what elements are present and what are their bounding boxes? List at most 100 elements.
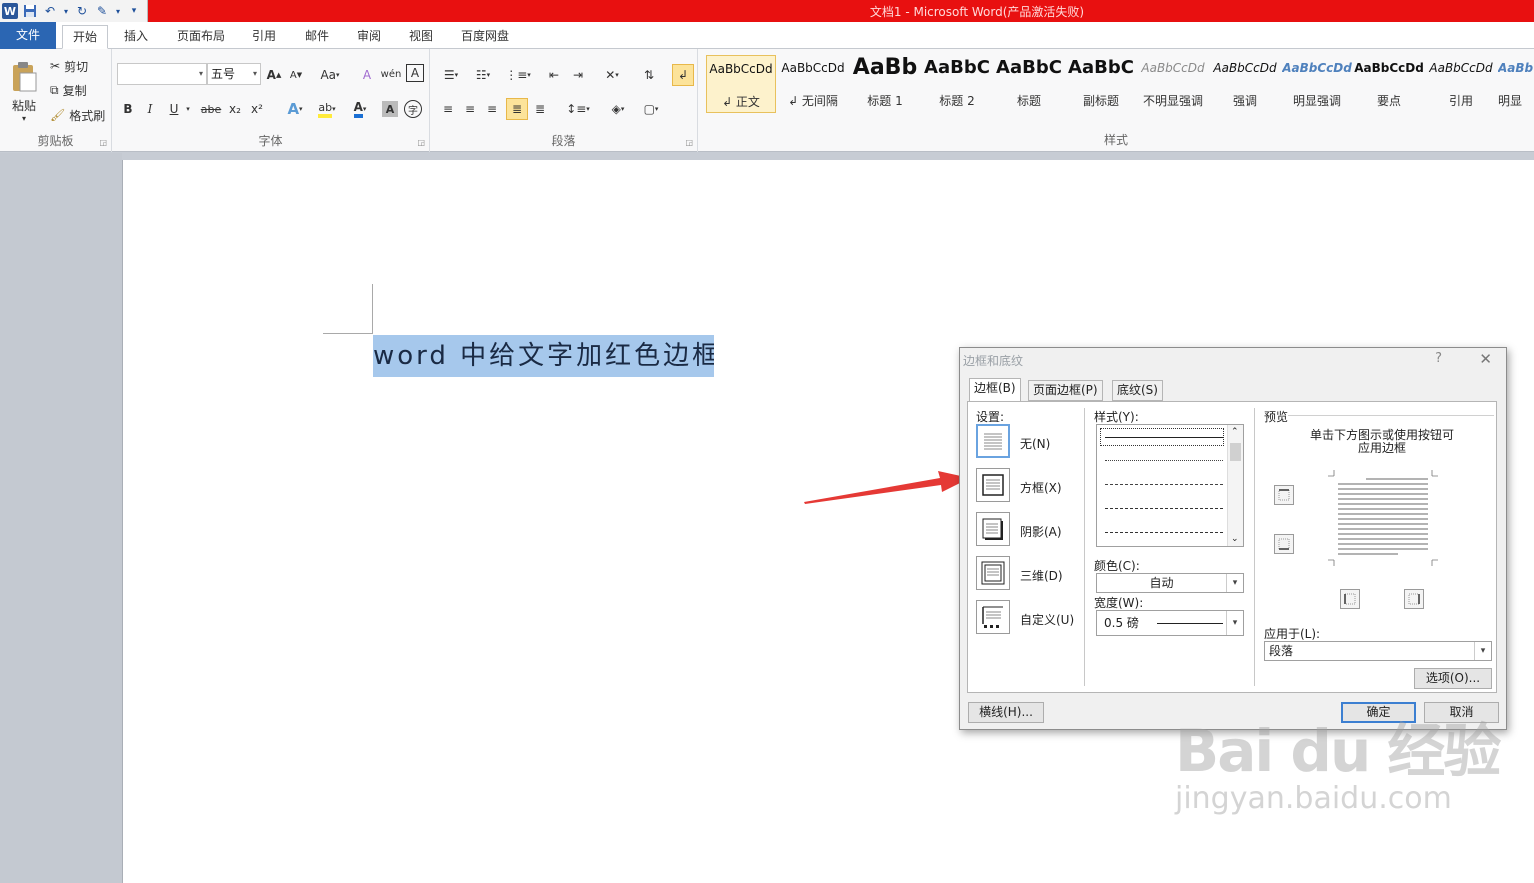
style-emphasis[interactable]: AaBbCcDd 强调: [1210, 55, 1280, 113]
align-center-button[interactable]: ≡: [460, 99, 480, 119]
underline-button[interactable]: U: [166, 99, 182, 119]
decrease-indent-button[interactable]: ⇤: [544, 65, 564, 85]
increase-indent-button[interactable]: ⇥: [568, 65, 588, 85]
apply-to-combo[interactable]: 段落 ▾: [1264, 641, 1492, 661]
italic-button[interactable]: I: [142, 99, 158, 119]
setting-shadow-label[interactable]: 阴影(A): [1020, 523, 1062, 540]
close-icon[interactable]: ✕: [1479, 350, 1492, 368]
style-list-scrollbar[interactable]: ⌃ ⌄: [1227, 425, 1243, 546]
tab-review[interactable]: 审阅: [348, 25, 390, 49]
copy-button[interactable]: ⧉ 复制: [50, 81, 87, 99]
clear-format-button[interactable]: A: [358, 66, 376, 84]
options-button[interactable]: 选项(O)...: [1414, 668, 1492, 689]
undo-dropdown-icon[interactable]: ▾: [62, 3, 70, 19]
paste-button[interactable]: 粘贴 ▾: [6, 55, 42, 129]
line-style-dash[interactable]: [1105, 508, 1223, 509]
style-subtitle[interactable]: AaBbC 副标题: [1066, 55, 1136, 113]
tab-view[interactable]: 视图: [400, 25, 442, 49]
setting-3d-icon[interactable]: [976, 556, 1010, 590]
highlight-button[interactable]: ab ▾: [312, 99, 342, 119]
tab-page-layout[interactable]: 页面布局: [168, 25, 234, 49]
undo-icon[interactable]: ↶: [42, 3, 58, 19]
line-style-list[interactable]: ⌃ ⌄: [1096, 424, 1244, 547]
format-painter-button[interactable]: 🖌 格式刷: [50, 106, 105, 124]
style-heading-2[interactable]: AaBbC 标题 2: [922, 55, 992, 113]
chevron-down-icon[interactable]: ⌄: [1231, 534, 1239, 544]
save-icon[interactable]: [22, 3, 38, 19]
style-heading-1[interactable]: AaBb 标题 1: [850, 55, 920, 113]
setting-shadow-icon[interactable]: [976, 512, 1010, 546]
right-border-button[interactable]: [1404, 589, 1424, 609]
style-title[interactable]: AaBbC 标题: [994, 55, 1064, 113]
show-marks-button[interactable]: ↲: [672, 64, 694, 86]
selected-text[interactable]: word 中给文字加红色边框↵: [373, 335, 714, 377]
distribute-button[interactable]: ≣: [530, 99, 550, 119]
tab-baidu-netdisk[interactable]: 百度网盘: [452, 25, 518, 49]
tab-file[interactable]: 文件: [0, 22, 56, 49]
sort-button[interactable]: ⇅: [638, 65, 660, 85]
change-case-button[interactable]: Aa ▾: [317, 66, 343, 84]
bottom-border-button[interactable]: [1274, 534, 1294, 554]
width-combo[interactable]: 0.5 磅 ▾: [1096, 610, 1244, 636]
style-intense-quote[interactable]: AaBb 明显: [1498, 55, 1534, 113]
line-style-dash-dot[interactable]: [1105, 532, 1223, 533]
bold-button[interactable]: B: [120, 99, 136, 119]
font-launcher-icon[interactable]: ◲: [417, 138, 425, 147]
bullets-button[interactable]: ☰ ▾: [438, 65, 464, 85]
tab-insert[interactable]: 插入: [116, 25, 156, 49]
justify-button[interactable]: ≣: [506, 98, 528, 120]
font-name-combo[interactable]: ▾: [117, 63, 207, 85]
scroll-thumb[interactable]: [1230, 443, 1241, 461]
subscript-button[interactable]: x₂: [226, 99, 244, 119]
style-normal[interactable]: AaBbCcDd ↲ 正文: [706, 55, 776, 113]
tab-references[interactable]: 引用: [244, 25, 284, 49]
tab-page-border[interactable]: 页面边框(P): [1028, 380, 1103, 401]
char-shading-button[interactable]: A: [382, 101, 398, 117]
line-style-dotted[interactable]: [1105, 460, 1223, 461]
text-effects-button[interactable]: A ▾: [282, 99, 308, 119]
multilevel-list-button[interactable]: ⋮≡ ▾: [504, 65, 532, 85]
word-app-icon[interactable]: W: [2, 3, 18, 19]
align-left-button[interactable]: ≡: [438, 99, 458, 119]
horizontal-line-button[interactable]: 横线(H)...: [968, 702, 1044, 723]
shading-button[interactable]: ◈ ▾: [604, 99, 632, 119]
enclose-char-button[interactable]: 字: [404, 100, 422, 118]
grow-font-button[interactable]: A ▲: [265, 66, 283, 84]
setting-custom-label[interactable]: 自定义(U): [1020, 611, 1074, 628]
setting-none-label[interactable]: 无(N): [1020, 435, 1050, 452]
align-right-button[interactable]: ≡: [482, 99, 502, 119]
setting-box-label[interactable]: 方框(X): [1020, 479, 1062, 496]
chevron-up-icon[interactable]: ⌃: [1231, 427, 1239, 437]
tab-borders[interactable]: 边框(B): [969, 378, 1021, 402]
char-border-button[interactable]: A: [406, 64, 424, 82]
color-combo[interactable]: 自动 ▾: [1096, 573, 1244, 593]
style-no-spacing[interactable]: AaBbCcDd ↲ 无间隔: [778, 55, 848, 113]
font-size-combo[interactable]: 五号 ▾: [207, 63, 261, 85]
tab-mailings[interactable]: 邮件: [296, 25, 338, 49]
help-icon[interactable]: ?: [1435, 351, 1442, 366]
line-style-fine-dash[interactable]: [1105, 484, 1223, 485]
paragraph-launcher-icon[interactable]: ◲: [685, 138, 693, 147]
line-spacing-button[interactable]: ↕≡ ▾: [564, 99, 592, 119]
shrink-font-button[interactable]: A ▼: [287, 66, 305, 84]
clipboard-launcher-icon[interactable]: ◲: [99, 138, 107, 147]
setting-custom-icon[interactable]: [976, 600, 1010, 634]
qat-dropdown-icon[interactable]: ▾: [114, 3, 122, 19]
numbering-button[interactable]: ☷ ▾: [470, 65, 496, 85]
underline-dropdown-icon[interactable]: ▾: [184, 99, 192, 119]
tab-shading[interactable]: 底纹(S): [1112, 380, 1163, 401]
tab-home[interactable]: 开始: [62, 25, 108, 49]
strikethrough-button[interactable]: abe: [200, 99, 222, 119]
setting-box-icon[interactable]: [976, 468, 1010, 502]
superscript-button[interactable]: x²: [248, 99, 266, 119]
line-style-solid[interactable]: [1105, 437, 1223, 438]
cut-button[interactable]: ✂ 剪切: [50, 57, 88, 75]
font-color-button[interactable]: A ▾: [346, 99, 374, 119]
style-intense-emphasis[interactable]: AaBbCcDd 明显强调: [1282, 55, 1352, 113]
top-border-button[interactable]: [1274, 485, 1294, 505]
pinyin-guide-button[interactable]: wén: [380, 64, 402, 84]
left-border-button[interactable]: [1340, 589, 1360, 609]
redo-icon[interactable]: ↻: [74, 3, 90, 19]
customize-tool-icon[interactable]: ✎: [94, 3, 110, 19]
style-subtle-emphasis[interactable]: AaBbCcDd 不明显强调: [1138, 55, 1208, 113]
